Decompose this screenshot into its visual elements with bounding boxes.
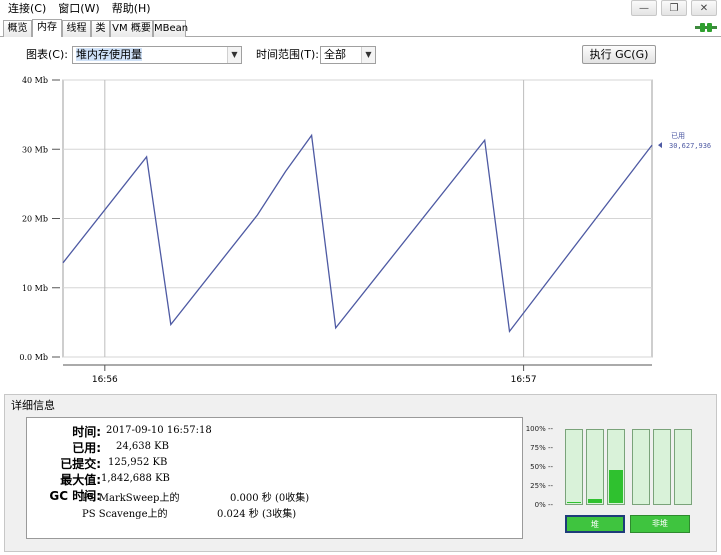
marker-value-label: 30,627,936 [669,142,711,150]
connection-status-icon [695,23,717,32]
details-content: 时间: 2017-09-10 16:57:18 已用: 24,638 KB 已提… [26,417,523,539]
gc-marksweep-value: 0.000 秒 (0收集) [230,493,310,504]
memory-pool-bar[interactable] [586,429,604,505]
committed-label: 已提交: [60,457,101,471]
memory-pool-bar[interactable] [674,429,692,505]
heap-memory-chart: 0.0 Mb 10 Mb 20 Mb 30 Mb 40 Mb 16:56 16:57 已用… [19,76,711,385]
memory-panel: 图表(C): 堆内存使用量 ▼ 时间范围(T): 全部 ▼ 执行 GC(G) 0… [4,38,717,390]
gc-marksweep-name: PS MarkSweep上的 [82,493,180,504]
tab-mbean[interactable]: MBean [153,20,188,37]
pct-label-25: 25% -- [530,482,553,490]
pct-label-0: 0% -- [534,501,553,509]
menu-window[interactable]: 窗口(W) [52,0,105,18]
memory-pool-bar[interactable] [632,429,650,505]
tab-bar: 概览 内存 线程 类 VM 概要 MBean [0,18,721,37]
restore-icon[interactable]: ❐ [661,0,687,16]
memory-pool-bar-fill [588,499,602,503]
x-tick-label: 16:56 [92,375,118,385]
minimize-icon[interactable]: — [631,0,657,16]
time-label: 时间: [72,425,101,439]
close-icon[interactable]: ✕ [691,0,717,16]
memory-pool-bars: 100% -- 75% -- 50% -- 25% -- 0% -- 堆 非堆 [525,417,705,539]
tab-vm-summary[interactable]: VM 概要 [110,20,153,37]
details-panel: 详细信息 时间: 2017-09-10 16:57:18 已用: 24,638 … [4,394,717,552]
marker-series-label: 已用 [671,132,685,140]
details-title: 详细信息 [11,399,55,412]
menu-connection[interactable]: 连接(C) [0,0,52,18]
used-label: 已用: [72,441,101,455]
y-tick-label: 10 Mb [22,284,48,293]
menu-help[interactable]: 帮助(H) [106,0,157,18]
y-tick-label: 0.0 Mb [19,353,48,362]
y-tick-label: 30 Mb [22,145,48,154]
committed-value: 125,952 KB [108,457,168,468]
max-value: 1,842,688 KB [101,473,170,484]
pct-label-75: 75% -- [530,444,553,452]
max-label: 最大值: [60,473,101,487]
menu-bar: 连接(C) 窗口(W) 帮助(H) — ❐ ✕ [0,0,721,18]
gc-scavenge-value: 0.024 秒 (3收集) [217,509,297,520]
x-tick-label: 16:57 [511,375,537,385]
used-value: 24,638 KB [116,441,169,452]
current-value-marker-icon [658,142,662,149]
tab-threads[interactable]: 线程 [62,20,91,37]
y-tick-label: 20 Mb [22,215,48,224]
tab-overview[interactable]: 概览 [3,20,32,37]
time-value: 2017-09-10 16:57:18 [106,425,212,436]
memory-pool-bar-fill [567,501,581,503]
heap-button[interactable]: 堆 [565,515,625,533]
pct-label-50: 50% -- [530,463,553,471]
tab-classes[interactable]: 类 [91,20,110,37]
gc-scavenge-name: PS Scavenge上的 [82,509,168,520]
non-heap-button[interactable]: 非堆 [630,515,690,533]
memory-pool-bar[interactable] [607,429,625,505]
window-controls: — ❐ ✕ [631,0,717,16]
tab-memory[interactable]: 内存 [32,19,62,37]
pct-label-100: 100% -- [525,425,553,433]
memory-pool-bar[interactable] [653,429,671,505]
memory-pool-bar-fill [609,469,623,503]
y-tick-label: 40 Mb [22,76,48,85]
memory-pool-bar[interactable] [565,429,583,505]
